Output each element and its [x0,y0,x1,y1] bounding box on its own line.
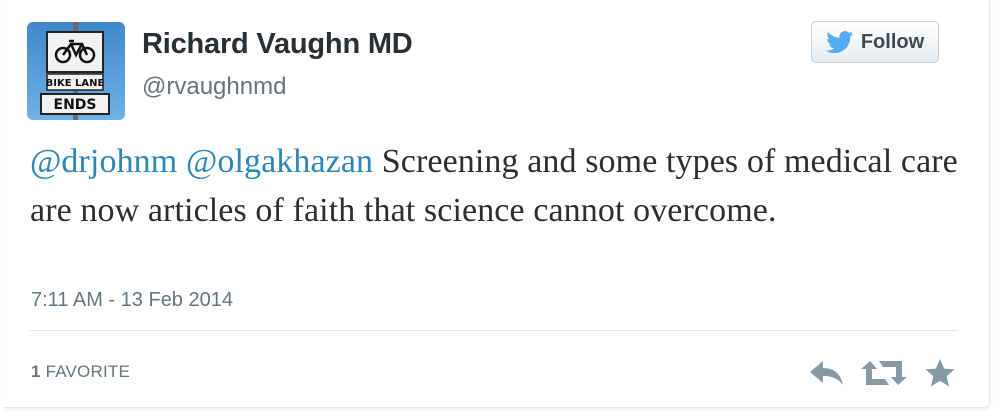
retweet-button[interactable] [858,356,910,390]
sign-text-ends: ENDS [54,97,97,113]
divider [30,330,958,331]
user-display-name[interactable]: Richard Vaughn MD [142,28,413,61]
avatar[interactable]: BIKE LANE ENDS [27,22,125,120]
retweet-icon [861,361,907,385]
mention-olgakhazan[interactable]: @olgakhazan [186,143,373,180]
tweet-card: BIKE LANE ENDS Richard Vaughn MD @rvaugh… [3,0,990,408]
favorites-stat[interactable]: 1 FAVORITE [31,362,130,382]
user-handle[interactable]: @rvaughnmd [142,73,286,101]
mention-drjohnm[interactable]: @drjohnm [30,143,177,180]
tweet-text: @drjohnm @olgakhazan Screening and some … [30,137,960,235]
tweet-timestamp[interactable]: 7:11 AM - 13 Feb 2014 [31,289,233,312]
reply-icon [810,361,843,385]
star-icon [925,359,955,387]
favorite-label: FAVORITE [45,362,131,381]
reply-button[interactable] [806,356,848,390]
favorite-count: 1 [31,362,41,381]
twitter-bird-icon [825,30,854,53]
sign-text-bike-lane: BIKE LANE [46,78,105,89]
follow-button-label: Follow [860,30,925,53]
favorite-button[interactable] [920,356,960,390]
follow-button[interactable]: Follow [811,21,939,63]
bike-lane-sign-image: BIKE LANE ENDS [27,22,125,120]
